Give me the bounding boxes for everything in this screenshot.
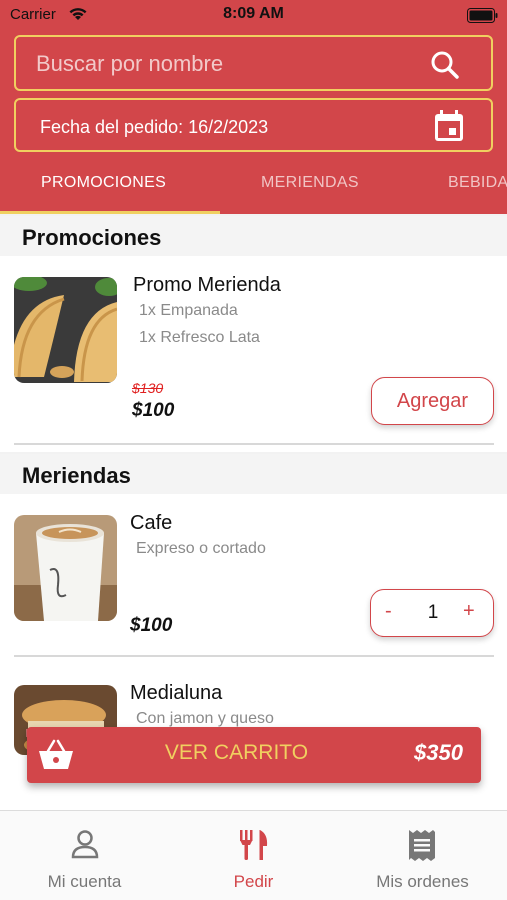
section-header-promociones: Promociones [0, 216, 507, 256]
product-description: 1x Refresco Lata [139, 329, 260, 346]
product-description: Con jamon y queso [136, 710, 274, 727]
section-title: Meriendas [22, 463, 131, 488]
app-header: Carrier 8:09 AM Fecha del pedido: 16/2/2… [0, 0, 507, 214]
quantity-value: 1 [427, 602, 439, 623]
receipt-icon [409, 830, 435, 861]
battery-icon [467, 8, 498, 23]
active-tab-indicator [0, 211, 220, 214]
increase-button[interactable]: + [463, 600, 475, 623]
order-date-label: Fecha del pedido: 16/2/2023 [40, 117, 269, 137]
product-name: Cafe [130, 512, 173, 534]
date-picker[interactable]: Fecha del pedido: 16/2/2023 [14, 98, 493, 152]
quantity-stepper: - 1 + [370, 589, 494, 637]
add-button[interactable]: Agregar [371, 377, 494, 425]
product-name: Promo Merienda [133, 274, 281, 296]
divider [14, 655, 494, 657]
divider [14, 443, 494, 445]
old-price: $130 [132, 380, 164, 396]
search-box [14, 35, 493, 91]
product-name: Medialuna [130, 682, 223, 704]
product-card-cafe: Cafe Expreso o cortado $100 - 1 + [0, 494, 507, 664]
status-time: 8:09 AM [223, 5, 284, 22]
tab-bebidas[interactable]: BEBIDAS [448, 174, 507, 192]
fork-knife-icon [240, 830, 268, 860]
section-title: Promociones [22, 225, 162, 250]
bottom-navigation: Mi cuenta Pedir Mis ordenes [0, 810, 507, 900]
product-price: $100 [130, 615, 173, 636]
product-description: Expreso o cortado [136, 540, 266, 557]
nav-item-mis-ordenes[interactable]: Mis ordenes [338, 811, 507, 900]
cart-total: $350 [414, 740, 463, 765]
product-price: $100 [132, 400, 175, 421]
status-bar: Carrier 8:09 AM [0, 0, 507, 30]
product-description: 1x Empanada [139, 302, 238, 319]
calendar-icon[interactable] [433, 109, 465, 143]
nav-item-pedir[interactable]: Pedir [169, 811, 338, 900]
search-icon[interactable] [429, 49, 461, 81]
nav-item-mi-cuenta[interactable]: Mi cuenta [0, 811, 169, 900]
nav-label: Pedir [233, 872, 274, 891]
nav-label: Mi cuenta [47, 872, 122, 891]
section-header-meriendas: Meriendas [0, 454, 507, 494]
product-image-coffee [14, 515, 117, 621]
user-icon [71, 830, 99, 859]
search-input[interactable] [36, 49, 416, 79]
view-cart-button[interactable]: VER CARRITO $350 [27, 727, 481, 783]
cart-label: VER CARRITO [164, 741, 309, 764]
product-card-promo-merienda: Promo Merienda 1x Empanada 1x Refresco L… [0, 256, 507, 452]
nav-label: Mis ordenes [376, 872, 469, 891]
product-image-empanadas [14, 277, 117, 383]
tab-promociones[interactable]: PROMOCIONES [41, 174, 166, 192]
tab-meriendas[interactable]: MERIENDAS [261, 174, 359, 192]
category-tabs: PROMOCIONES MERIENDAS BEBIDAS [0, 165, 507, 214]
